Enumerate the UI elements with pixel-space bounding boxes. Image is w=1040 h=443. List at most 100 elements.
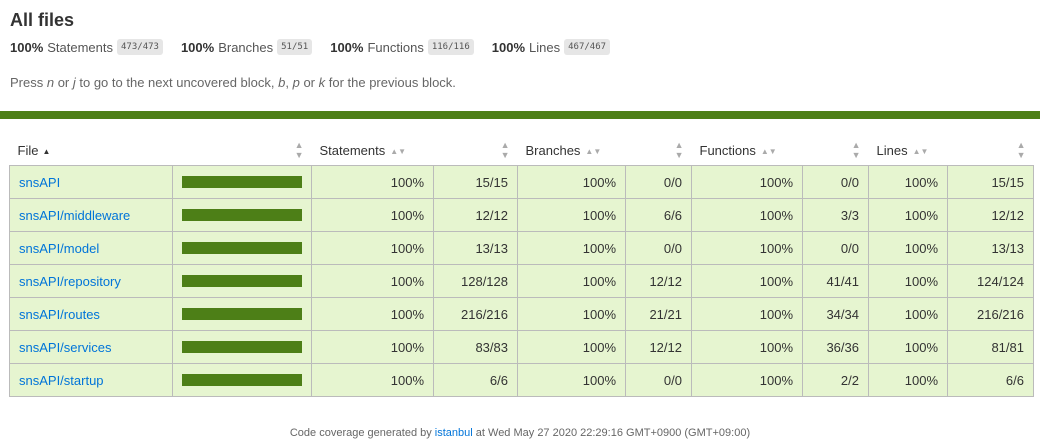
help-text: Press (10, 75, 47, 90)
coverage-bar (182, 242, 302, 254)
sort-icon: ▲▼ (760, 146, 777, 156)
header-statements-raw[interactable]: ▲ ▼ (433, 135, 518, 166)
help-key: n (46, 75, 55, 90)
table-row: snsAPI/startup 100% 6/6 100% 0/0 100% 2/2 100% 6… (9, 363, 1034, 397)
lines-fraction: 15/15 (947, 165, 1034, 199)
summary-lines: 100% Lines 467/467 (491, 39, 611, 55)
statements-fraction: 15/15 (433, 165, 518, 199)
header-label: Branches (525, 143, 581, 159)
file-cell: snsAPI/repository (9, 264, 173, 298)
branches-pct: 100% (517, 165, 626, 199)
footer-text: Code coverage generated by (289, 427, 435, 439)
lines-fraction: 81/81 (947, 330, 1034, 364)
lines-fraction: 6/6 (947, 363, 1034, 397)
functions-pct: 100% (691, 297, 803, 331)
lines-pct: 100% (868, 264, 948, 298)
summary-functions: 100% Functions 116/116 (330, 39, 474, 55)
coverage-bar-cell (172, 264, 312, 298)
statements-fraction: 12/12 (433, 198, 518, 232)
summary-pct: 100% (180, 39, 215, 55)
lines-fraction: 13/13 (947, 231, 1034, 265)
file-link[interactable]: snsAPI/model (19, 241, 99, 256)
file-link[interactable]: snsAPI (19, 175, 60, 190)
functions-fraction: 34/34 (802, 297, 869, 331)
table-row: snsAPI/services 100% 83/83 100% 12/12 100% 36/… (9, 330, 1034, 364)
functions-fraction: 0/0 (802, 231, 869, 265)
sort-icon: ▲▼ (585, 146, 602, 156)
functions-pct: 100% (691, 231, 803, 265)
statements-pct: 100% (311, 165, 434, 199)
branches-fraction: 0/0 (625, 165, 692, 199)
summary-branches: 100% Branches 51/51 (180, 39, 313, 55)
help-text: or (299, 75, 319, 90)
summary-fraction: 51/51 (277, 39, 313, 55)
coverage-bar (182, 308, 302, 320)
header-coverage-bar[interactable]: ▲ ▼ (172, 135, 312, 166)
file-link[interactable]: snsAPI/services (19, 340, 111, 355)
coverage-bar-cell (172, 297, 312, 331)
file-cell: snsAPI (9, 165, 173, 199)
table-row: snsAPI/middleware 100% 12/12 100% 6/6 100% 3/3… (9, 198, 1034, 232)
header-statements[interactable]: Statements ▲▼ (311, 135, 434, 166)
summary-label: Functions (367, 39, 424, 55)
summary-fraction: 116/116 (427, 39, 474, 55)
statements-fraction: 128/128 (433, 264, 518, 298)
branches-pct: 100% (517, 297, 626, 331)
functions-pct: 100% (691, 198, 803, 232)
help-text: , (285, 75, 293, 90)
functions-pct: 100% (691, 165, 803, 199)
coverage-bar-cell (172, 231, 312, 265)
sort-icon: ▲▼ (1016, 140, 1026, 160)
header-functions-raw[interactable]: ▲ ▼ (802, 135, 869, 166)
statements-pct: 100% (311, 231, 434, 265)
statements-fraction: 6/6 (433, 363, 518, 397)
coverage-bar-cell (172, 165, 312, 199)
statements-pct: 100% (311, 297, 434, 331)
file-cell: snsAPI/routes (9, 297, 173, 331)
header-lines[interactable]: Lines ▲▼ (868, 135, 948, 166)
file-link[interactable]: snsAPI/routes (19, 307, 100, 322)
lines-pct: 100% (868, 330, 948, 364)
lines-pct: 100% (868, 165, 948, 199)
sort-icon: ▲▼ (500, 140, 510, 160)
file-cell: snsAPI/services (9, 330, 173, 364)
header-functions[interactable]: Functions ▲▼ (691, 135, 803, 166)
functions-pct: 100% (691, 330, 803, 364)
keyboard-help: Press n or j to go to the next uncovered… (10, 75, 1030, 91)
header-branches-raw[interactable]: ▲ ▼ (625, 135, 692, 166)
header-branches[interactable]: Branches ▲▼ (517, 135, 626, 166)
branches-fraction: 21/21 (625, 297, 692, 331)
lines-pct: 100% (868, 363, 948, 397)
branches-pct: 100% (517, 264, 626, 298)
summary-statements: 100% Statements 473/473 (10, 39, 163, 55)
sort-icon: ▲▼ (294, 140, 304, 160)
header-lines-raw[interactable]: ▲ ▼ (947, 135, 1034, 166)
file-cell: snsAPI/startup (9, 363, 173, 397)
file-cell: snsAPI/model (9, 231, 173, 265)
help-text: to go to the next uncovered block, (75, 75, 279, 90)
functions-fraction: 41/41 (802, 264, 869, 298)
branches-fraction: 6/6 (625, 198, 692, 232)
statements-pct: 100% (311, 363, 434, 397)
sort-asc-icon: ▲ (42, 146, 51, 156)
help-text: for the previous block. (325, 75, 456, 90)
file-cell: snsAPI/middleware (9, 198, 173, 232)
coverage-table: File ▲ ▲ ▼ Statements ▲▼ ▲ ▼ Branches ▲▼ ▲ ▼ F… (9, 135, 1034, 397)
file-link[interactable]: snsAPI/middleware (19, 208, 130, 223)
summary-pct: 100% (491, 39, 526, 55)
branches-fraction: 12/12 (625, 264, 692, 298)
header-label: Statements (319, 143, 386, 159)
file-link[interactable]: snsAPI/startup (19, 373, 104, 388)
coverage-table-wrapper: File ▲ ▲ ▼ Statements ▲▼ ▲ ▼ Branches ▲▼ ▲ ▼ F… (0, 119, 1040, 397)
header-label: File (17, 143, 39, 159)
branches-pct: 100% (517, 363, 626, 397)
header-file[interactable]: File ▲ (9, 135, 173, 166)
coverage-status-line (0, 111, 1040, 119)
table-row: snsAPI/routes 100% 216/216 100% 21/21 100% 34/… (9, 297, 1034, 331)
functions-fraction: 0/0 (802, 165, 869, 199)
page-title: All files (10, 10, 75, 30)
file-link[interactable]: snsAPI/repository (19, 274, 121, 289)
branches-pct: 100% (517, 231, 626, 265)
table-row: snsAPI/model 100% 13/13 100% 0/0 100% 0/0 100% 1… (9, 231, 1034, 265)
istanbul-link[interactable]: istanbul (435, 427, 473, 439)
